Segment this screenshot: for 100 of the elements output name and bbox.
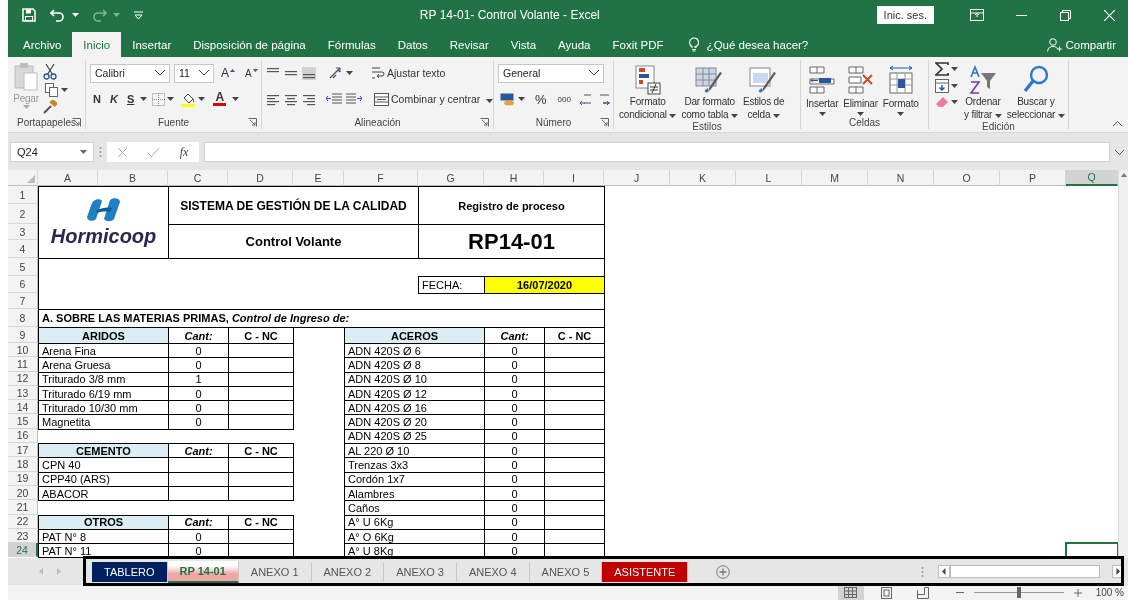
percent-button[interactable]: %: [532, 91, 550, 107]
row-header[interactable]: 8: [8, 309, 38, 327]
row-header[interactable]: 1: [8, 186, 38, 204]
underline-button[interactable]: S: [123, 93, 138, 105]
row-header[interactable]: 3: [8, 224, 38, 240]
ribbon-tab[interactable]: Archivo: [12, 32, 73, 57]
sum-icon[interactable]: [935, 62, 949, 76]
row-header[interactable]: 4: [8, 240, 38, 258]
column-header[interactable]: E: [293, 170, 344, 186]
sign-in-button[interactable]: Inic. ses.: [876, 6, 934, 24]
dialog-launcher-icon[interactable]: [248, 118, 257, 127]
scissors-icon[interactable]: [43, 64, 57, 80]
horizontal-scrollbar[interactable]: [950, 565, 1100, 578]
scroll-left-icon[interactable]: [938, 565, 950, 578]
row-header[interactable]: 5: [8, 258, 38, 276]
column-header[interactable]: C: [168, 170, 228, 186]
row-header[interactable]: 7: [8, 293, 38, 309]
borders-icon[interactable]: [152, 92, 166, 106]
format-painter-icon[interactable]: [43, 100, 57, 114]
tell-me-field[interactable]: ¿Qué desea hacer?: [706, 38, 809, 51]
save-icon[interactable]: [22, 8, 36, 22]
style-button[interactable]: Estilos de celda: [741, 62, 786, 121]
sheet-tab[interactable]: ASISTENTE: [602, 561, 689, 582]
row-header[interactable]: 14: [8, 400, 38, 415]
font-color-button[interactable]: A: [210, 92, 230, 106]
ribbon-display-icon[interactable]: [970, 9, 984, 21]
zoom-level[interactable]: 100 %: [1095, 587, 1124, 598]
chevron-down-icon[interactable]: [1115, 149, 1124, 155]
minimize-icon[interactable]: [1015, 14, 1027, 16]
font-family-dropdown[interactable]: Calibri: [90, 63, 170, 83]
row-header[interactable]: 2: [8, 204, 38, 224]
merge-center-button[interactable]: Combinar y centrar: [372, 92, 496, 106]
editing-button[interactable]: Buscar y seleccionar: [1005, 62, 1066, 121]
restore-icon[interactable]: [1059, 9, 1071, 21]
column-header[interactable]: D: [228, 170, 293, 186]
row-header[interactable]: 18: [8, 457, 38, 472]
column-header[interactable]: I: [544, 170, 604, 186]
ribbon-tab[interactable]: Foxit PDF: [601, 32, 675, 57]
sheet-tab[interactable]: TABLERO: [92, 561, 168, 582]
ribbon-tab[interactable]: Ayuda: [547, 32, 602, 57]
ribbon-tab[interactable]: Disposición de página: [182, 32, 317, 57]
column-header[interactable]: K: [670, 170, 736, 186]
ribbon-tab[interactable]: Datos: [386, 32, 439, 57]
row-header[interactable]: 15: [8, 414, 38, 429]
column-header[interactable]: P: [1000, 170, 1066, 186]
ribbon-tab[interactable]: Fórmulas: [316, 32, 387, 57]
column-header[interactable]: Q: [1066, 170, 1118, 186]
dialog-launcher-icon[interactable]: [480, 118, 489, 127]
italic-button[interactable]: K: [106, 93, 121, 105]
number-format-dropdown[interactable]: General: [498, 63, 604, 83]
style-button[interactable]: Dar formato como tabla: [680, 62, 739, 121]
ribbon-tab[interactable]: Inicio: [72, 32, 122, 57]
formula-input[interactable]: [204, 142, 1110, 162]
row-header[interactable]: 17: [8, 443, 38, 458]
scroll-right-icon[interactable]: [1112, 565, 1124, 578]
ribbon-tab[interactable]: Insertar: [121, 32, 183, 57]
column-header[interactable]: N: [868, 170, 934, 186]
ribbon-tab[interactable]: Revisar: [438, 32, 500, 57]
wrap-text-button[interactable]: Ajustar texto: [369, 66, 448, 80]
share-button[interactable]: Compartir: [1065, 38, 1116, 51]
column-header[interactable]: M: [802, 170, 868, 186]
ribbon-tab[interactable]: Vista: [499, 32, 548, 57]
checkmark-icon[interactable]: [147, 147, 159, 157]
row-header[interactable]: 6: [8, 276, 38, 293]
zoom-slider-thumb[interactable]: [1016, 587, 1021, 598]
cells-button[interactable]: Eliminar: [842, 62, 879, 116]
column-header[interactable]: G: [418, 170, 484, 186]
align-bottom-icon[interactable]: [302, 66, 316, 80]
copy-icon[interactable]: [45, 83, 59, 97]
dialog-launcher-icon[interactable]: [600, 118, 609, 127]
fill-down-icon[interactable]: [935, 79, 949, 93]
vertical-scrollbar[interactable]: [1118, 170, 1128, 558]
bold-button[interactable]: N: [90, 93, 104, 105]
editing-button[interactable]: Ordenar y filtrar: [963, 62, 1003, 121]
row-header[interactable]: 11: [8, 357, 38, 372]
font-size-dropdown[interactable]: 11: [174, 63, 214, 83]
column-header[interactable]: B: [98, 170, 168, 186]
column-header[interactable]: J: [604, 170, 670, 186]
increase-decimal-icon[interactable]: [578, 92, 593, 106]
zoom-in-icon[interactable]: [1073, 588, 1082, 597]
column-header[interactable]: F: [344, 170, 418, 186]
name-box[interactable]: Q24: [10, 142, 94, 162]
row-header[interactable]: 9: [8, 327, 38, 343]
decrease-indent-icon[interactable]: [326, 93, 342, 105]
fill-color-icon[interactable]: [181, 91, 197, 107]
column-header[interactable]: O: [934, 170, 1000, 186]
undo-icon[interactable]: [50, 8, 66, 22]
increase-indent-icon[interactable]: [346, 93, 362, 105]
cells-button[interactable]: Formato: [881, 62, 920, 116]
grow-font-button[interactable]: A: [218, 66, 238, 80]
sheet-tab[interactable]: RP 14-01: [167, 560, 239, 583]
style-button[interactable]: Formato condicional: [618, 62, 678, 121]
orientation-icon[interactable]: [328, 66, 344, 80]
customize-icon[interactable]: [134, 11, 143, 19]
row-header[interactable]: 21: [8, 500, 38, 515]
row-header[interactable]: 10: [8, 343, 38, 358]
align-center-icon[interactable]: [284, 92, 298, 106]
row-header[interactable]: 24: [8, 543, 38, 558]
column-header[interactable]: A: [38, 170, 98, 186]
column-header[interactable]: H: [484, 170, 544, 186]
